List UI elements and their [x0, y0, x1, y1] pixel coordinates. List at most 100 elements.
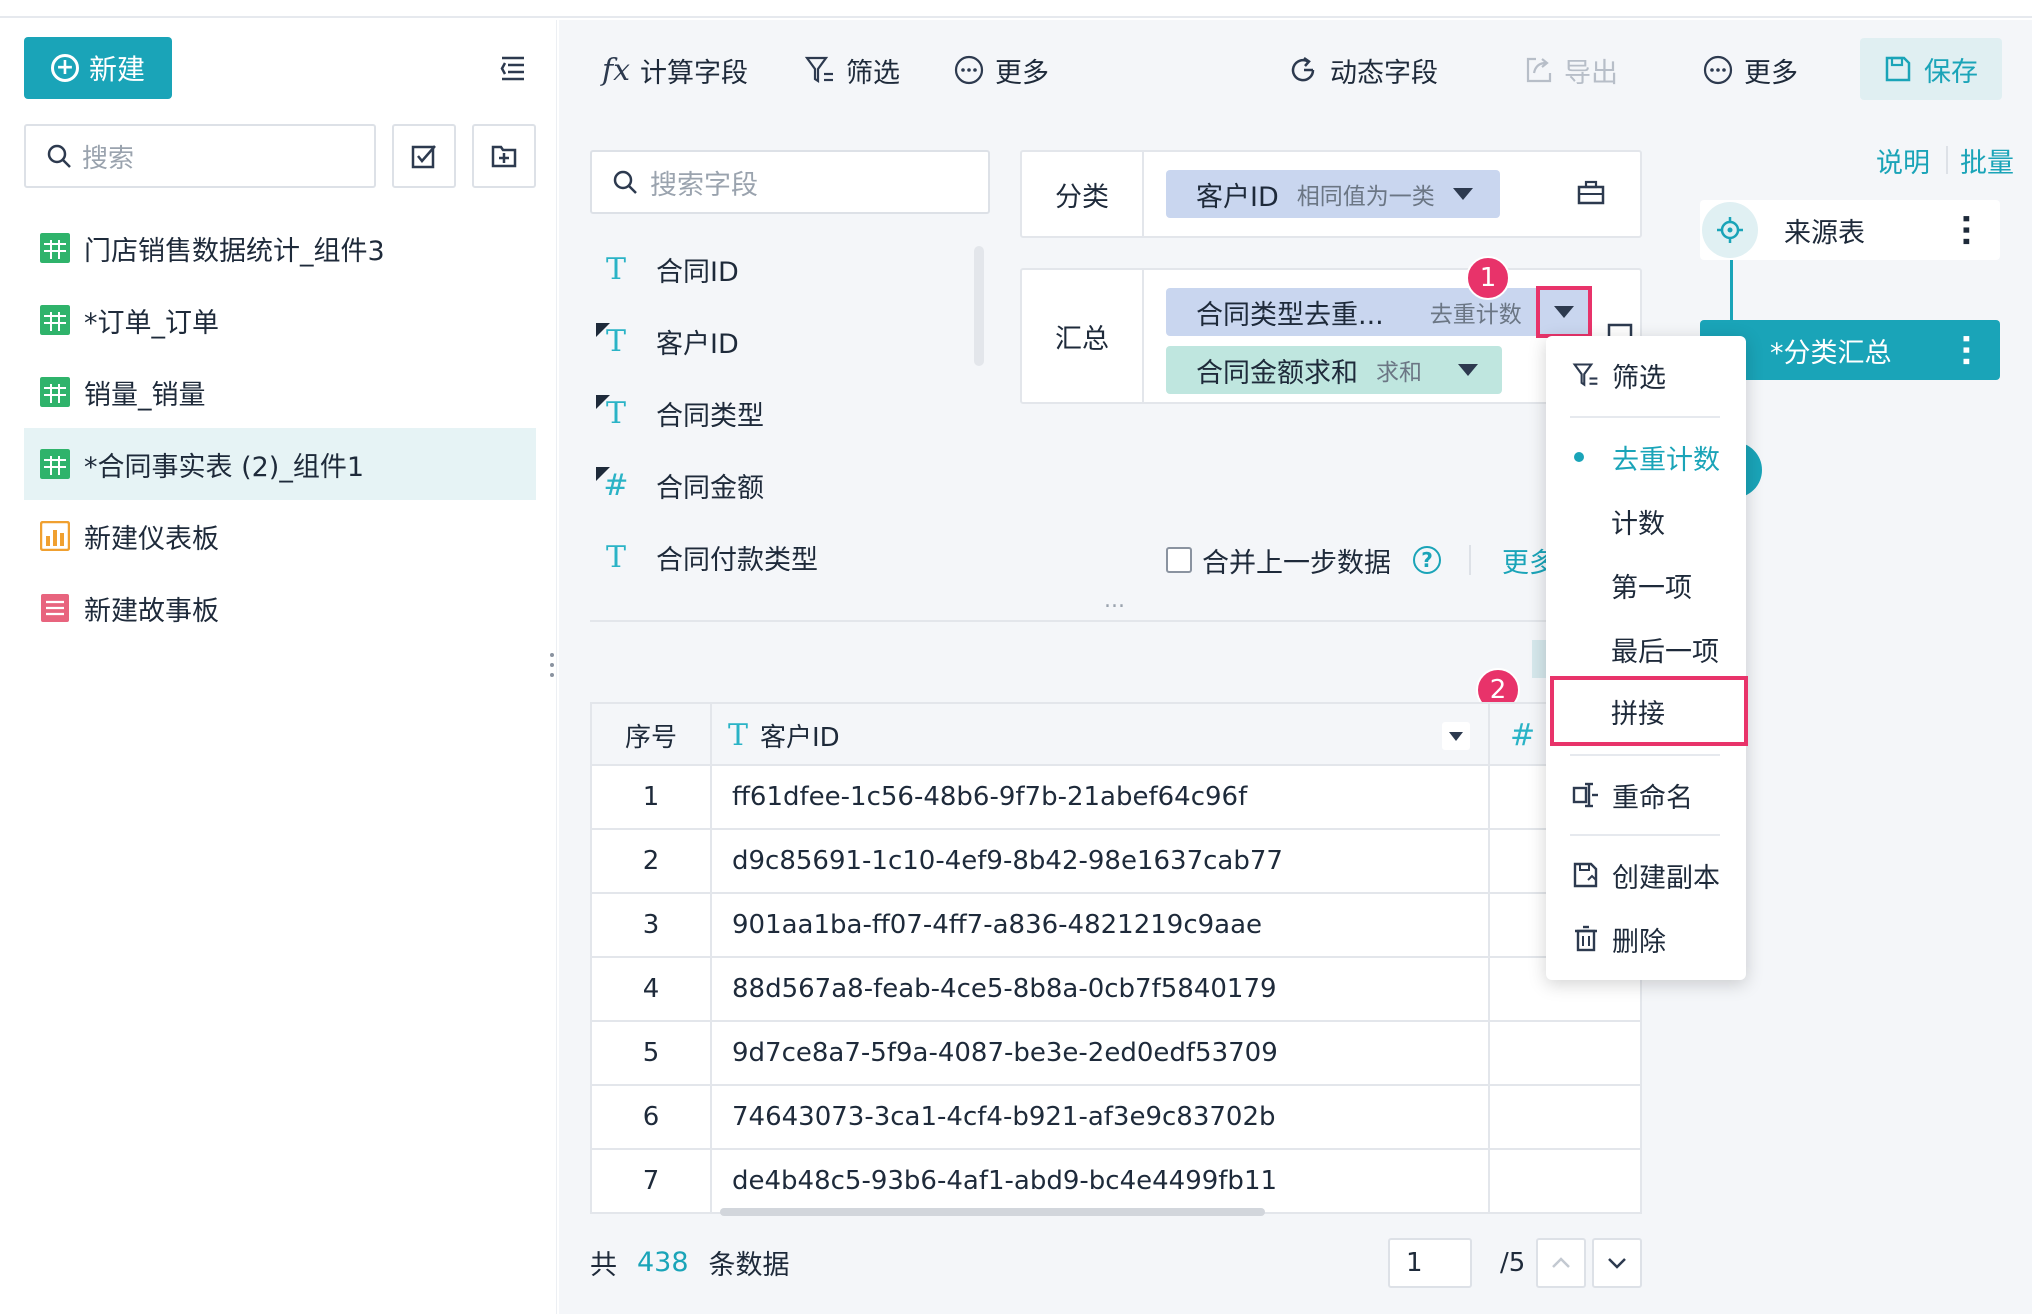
header-customer-id-label: 客户ID: [760, 722, 840, 753]
category-pill[interactable]: 客户ID 相同值为一类: [1166, 170, 1500, 218]
tree-item-store-sales[interactable]: 门店销售数据统计_组件3: [24, 212, 536, 284]
column-menu-button[interactable]: [1442, 722, 1470, 750]
prev-page-button[interactable]: [1536, 1238, 1586, 1288]
field-list-scrollbar[interactable]: [974, 246, 984, 366]
summary-pill-sum[interactable]: 合同金额求和 求和: [1166, 346, 1502, 394]
merge-prev-option[interactable]: 合并上一步数据 ?: [1166, 540, 1471, 580]
more-vertical-icon[interactable]: ···: [1948, 333, 1983, 367]
dd-first[interactable]: 第一项: [1546, 560, 1746, 610]
more-circle-icon: [1703, 55, 1733, 85]
dd-delete-label: 删除: [1612, 926, 1666, 958]
row-count-suffix: 条数据: [708, 1249, 790, 1281]
tree-item-order[interactable]: *订单_订单: [24, 284, 536, 356]
merge-prev-checkbox[interactable]: [1166, 547, 1192, 573]
tree-item-sales-volume[interactable]: 销量_销量: [24, 356, 536, 428]
more-right-button[interactable]: 更多: [1702, 48, 1798, 92]
batch-link[interactable]: 批量: [1960, 140, 2014, 180]
field-label: 合同付款类型: [656, 544, 818, 576]
flow-node-source-label: 来源表: [1784, 217, 1865, 249]
resize-dots[interactable]: ...: [1104, 588, 1128, 618]
plus-circle-icon: +: [50, 54, 79, 82]
more-circle-icon: [954, 55, 984, 85]
cell-customer-id: d9c85691-1c10-4ef9-8b42-98e1637cab77: [732, 846, 1283, 876]
summary-pill-distinct[interactable]: 合同类型去重... 去重计数: [1166, 288, 1586, 336]
text-type-used-icon: T: [596, 393, 636, 433]
export-button[interactable]: 导出: [1524, 48, 1618, 92]
search-icon: [47, 144, 71, 168]
merge-prev-label: 合并上一步数据: [1202, 547, 1391, 579]
flow-connector: [1730, 258, 1733, 322]
field-item-contract-amount[interactable]: # 合同金额: [596, 460, 764, 510]
tree-item-contract-fact[interactable]: *合同事实表 (2)_组件1: [24, 428, 536, 500]
field-item-payment-type[interactable]: T 合同付款类型: [596, 532, 818, 582]
aggregation-dropdown: 筛选 去重计数 计数 第一项 最后一项 拼接 重命名 创建副本 删除: [1546, 336, 1748, 980]
text-type-icon: T: [605, 539, 626, 575]
summary-pill-sub: 求和: [1376, 360, 1422, 386]
cell-index: 3: [642, 910, 660, 940]
copy-save-icon: [1573, 862, 1598, 888]
dd-rename-label: 重命名: [1612, 782, 1693, 814]
flow-node-summary-label: *分类汇总: [1770, 337, 1892, 369]
sidebar-search-placeholder: 搜索: [82, 143, 135, 174]
field-label: 合同ID: [656, 256, 739, 288]
dd-concat[interactable]: 拼接: [1550, 676, 1748, 746]
row-count: 共 438 条数据: [590, 1240, 790, 1284]
selected-dot-icon: [1574, 452, 1584, 462]
tree-item-new-story[interactable]: 新建故事板: [24, 572, 536, 644]
chevron-down-icon: [1449, 731, 1463, 741]
field-label: 合同金额: [656, 472, 764, 504]
field-search-input[interactable]: 搜索字段: [590, 150, 990, 214]
dynamic-field-button[interactable]: 动态字段: [1288, 48, 1438, 92]
filter-button[interactable]: 筛选: [804, 48, 900, 92]
flow-node-source[interactable]: 来源表 ···: [1700, 200, 2000, 260]
field-item-contract-id[interactable]: T 合同ID: [596, 244, 739, 294]
table-icon: [40, 305, 70, 335]
dd-rename[interactable]: 重命名: [1546, 770, 1746, 820]
divider: [1469, 545, 1471, 575]
category-pill-sub: 相同值为一类: [1296, 184, 1435, 210]
help-icon[interactable]: ?: [1413, 546, 1441, 574]
field-item-contract-type[interactable]: T 合同类型: [596, 388, 764, 438]
dd-last[interactable]: 最后一项: [1546, 624, 1746, 674]
sidebar-search-input[interactable]: 搜索: [24, 124, 376, 188]
chevron-down-icon[interactable]: [1452, 188, 1473, 200]
more-vertical-icon[interactable]: ···: [1948, 213, 1983, 247]
next-page-button[interactable]: [1592, 1238, 1642, 1288]
field-label: 合同类型: [656, 400, 764, 432]
dd-filter[interactable]: 筛选: [1546, 350, 1746, 400]
separator: [1570, 754, 1720, 756]
tree-item-label: 新建仪表板: [84, 523, 219, 555]
save-icon: [1885, 56, 1911, 82]
page-number-input[interactable]: 1: [1388, 1238, 1472, 1288]
rename-icon: [1572, 782, 1598, 808]
save-button[interactable]: 保存: [1860, 38, 2002, 100]
calc-field-label: 计算字段: [640, 57, 749, 89]
new-button[interactable]: + 新建: [24, 37, 172, 99]
header-customer-id[interactable]: T 客户ID: [712, 704, 1472, 766]
category-settings-icon[interactable]: [1576, 178, 1606, 212]
dd-distinct-count[interactable]: 去重计数: [1546, 432, 1746, 482]
chevron-down-icon[interactable]: [1458, 364, 1478, 376]
field-item-customer-id[interactable]: T 客户ID: [596, 316, 739, 366]
table-horizontal-scrollbar[interactable]: [720, 1208, 1265, 1216]
explain-link[interactable]: 说明: [1876, 140, 1930, 180]
multi-select-button[interactable]: [392, 124, 456, 188]
dd-count[interactable]: 计数: [1546, 496, 1746, 546]
column-divider: [1488, 704, 1490, 1212]
summary-pill-name: 合同类型去重...: [1196, 299, 1384, 331]
collapse-menu-icon[interactable]: [498, 52, 528, 82]
tree-item-new-dashboard[interactable]: 新建仪表板: [24, 500, 536, 572]
dd-delete[interactable]: 删除: [1546, 914, 1746, 964]
dd-copy[interactable]: 创建副本: [1546, 850, 1746, 900]
cell-index: 6: [642, 1102, 660, 1132]
new-folder-button[interactable]: [472, 124, 536, 188]
column-divider: [710, 704, 712, 1212]
chevron-down-icon: [1554, 306, 1574, 318]
more-left-button[interactable]: 更多: [953, 48, 1049, 92]
cell-index: 7: [642, 1166, 660, 1196]
calc-field-button[interactable]: fx 计算字段: [602, 48, 748, 92]
tree-item-label: 新建故事板: [84, 595, 219, 627]
sidebar-resize-handle[interactable]: [549, 650, 555, 680]
page-total: /5: [1500, 1248, 1526, 1278]
summary-pill-dropdown-button[interactable]: [1536, 286, 1592, 338]
